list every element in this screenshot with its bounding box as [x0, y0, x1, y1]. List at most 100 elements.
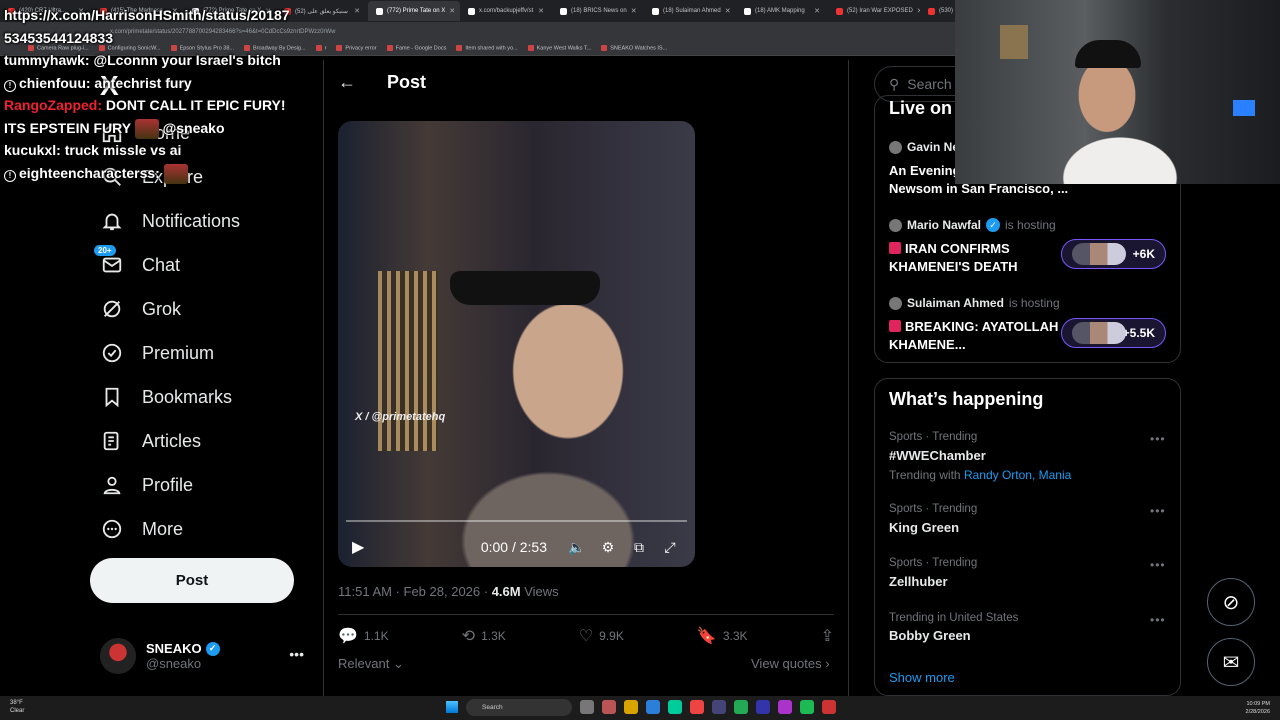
nav-item-premium[interactable]: Premium [100, 338, 214, 368]
trend-related-label: Trending with [889, 468, 961, 482]
app-icon[interactable] [602, 700, 616, 714]
sort-replies-dropdown[interactable]: Relevant ⌄ [338, 656, 404, 672]
app-icon[interactable] [778, 700, 792, 714]
chat-message: tummyhawk: @Lconnn your Israel's bitch [4, 49, 294, 72]
bookmark-item[interactable]: Kanye West Walks T... [528, 45, 592, 52]
play-icon[interactable]: ▶ [352, 537, 364, 557]
webcam-background [1000, 25, 1028, 59]
account-switcher[interactable]: SNEAKO ✓ @sneako ••• [100, 638, 310, 674]
nav-item-articles[interactable]: Articles [100, 426, 201, 456]
browser-tab[interactable]: (18) BRICS News on ✕ [552, 1, 644, 21]
join-space-pill[interactable]: +6K [1061, 239, 1166, 269]
trend-category: Sports · Trending [889, 503, 978, 515]
close-tab-icon[interactable]: ✕ [631, 7, 637, 15]
webcam-subject [1075, 40, 1141, 68]
bookmark-item[interactable]: SNEAKO Watches IS... [601, 45, 667, 52]
close-tab-icon[interactable]: ✕ [814, 7, 820, 15]
host-name[interactable]: Gavin Ne [907, 140, 959, 154]
trend-more-icon[interactable]: ••• [1150, 432, 1166, 446]
column-divider [848, 60, 849, 696]
volume-icon[interactable]: 🔈 [566, 539, 588, 556]
nav-item-chat[interactable]: 20+ Chat [94, 245, 181, 280]
more-options-icon[interactable]: ••• [289, 646, 304, 662]
taskbar-clock[interactable]: 10:09 PM 2/28/2026 [1246, 700, 1270, 716]
post-button[interactable]: Post [90, 558, 294, 603]
bookmark-item[interactable]: r [316, 45, 327, 52]
grok-fab-button[interactable]: ⊘ [1207, 578, 1255, 626]
trend-more-icon[interactable]: ••• [1150, 613, 1166, 627]
close-tab-icon[interactable]: ✕ [449, 7, 455, 15]
bookmark-item[interactable]: Item shared with yo... [456, 45, 517, 52]
nav-item-profile[interactable]: Profile [100, 470, 193, 500]
video-player[interactable]: X / @primetatehq ▶ 0:00 / 2:53 🔈 ⚙ ⧉ ⤢ [338, 121, 695, 567]
close-tab-icon[interactable]: ✕ [354, 7, 360, 15]
space-title[interactable]: BREAKING: AYATOLLAH KHAMENE... [889, 318, 1069, 354]
close-tab-icon[interactable]: ✕ [725, 7, 731, 15]
close-tab-icon[interactable]: ✕ [538, 7, 544, 15]
post-timestamp[interactable]: 11:51 AM · Feb 28, 2026 [338, 584, 480, 599]
app-icon[interactable] [712, 700, 726, 714]
tab-label: (52) Iran War EXPOSED [847, 8, 913, 14]
trend-more-icon[interactable]: ••• [1150, 504, 1166, 518]
articles-icon [100, 429, 124, 453]
spotify-icon[interactable] [800, 700, 814, 714]
chrome-icon[interactable] [690, 700, 704, 714]
messages-fab-button[interactable]: ✉ [1207, 638, 1255, 686]
browser-tab[interactable]: (18) AMK Mapping ✕ [736, 1, 828, 21]
file-explorer-icon[interactable] [624, 700, 638, 714]
nav-item-more[interactable]: More [100, 514, 183, 544]
repost-button[interactable]: ⟲ 1.3K [462, 626, 506, 646]
trend-related-link[interactable]: Randy Orton, Mania [964, 468, 1071, 482]
warning-icon: ! [4, 169, 16, 182]
repost-icon: ⟲ [461, 628, 476, 645]
show-more-link[interactable]: Show more [889, 670, 955, 685]
like-button[interactable]: ♡ 9.9K [579, 626, 624, 646]
view-quotes-link[interactable]: View quotes › [751, 656, 830, 671]
reply-count: 1.1K [363, 629, 389, 643]
picture-in-picture-icon[interactable]: ⧉ [628, 539, 650, 556]
video-progress-bar[interactable] [346, 520, 687, 522]
trend-name[interactable]: King Green [889, 520, 959, 535]
bookmark-item[interactable]: Fame - Google Docs [387, 45, 447, 52]
video-watermark: X / @primetatehq [355, 411, 446, 423]
trend-more-icon[interactable]: ••• [1150, 558, 1166, 572]
trend-name[interactable]: Zellhuber [889, 574, 948, 589]
like-count: 9.9K [599, 629, 624, 643]
browser-tab[interactable]: (52) Iran War EXPOSED ✕ [828, 1, 920, 21]
share-button[interactable]: ⇪ [821, 626, 834, 646]
trend-name[interactable]: Bobby Green [889, 628, 971, 643]
trend-name[interactable]: #WWEChamber [889, 448, 986, 463]
host-name[interactable]: Sulaiman Ahmed [907, 296, 1004, 310]
nav-item-bookmarks[interactable]: Bookmarks [100, 382, 232, 412]
space-host: Sulaiman Ahmed is hosting [889, 296, 1060, 310]
browser-tab[interactable]: (18) Sulaiman Ahmed ✕ [644, 1, 736, 21]
join-space-pill[interactable]: +5.5K [1061, 318, 1166, 348]
host-name[interactable]: Mario Nawfal [907, 218, 981, 232]
bookmark-button[interactable]: 🔖 3.3K [697, 626, 748, 646]
views-label: Views [524, 584, 559, 599]
webcam-monitor [1233, 100, 1255, 116]
nav-item-label: Chat [142, 254, 181, 275]
browser-tab[interactable]: x.com/backupjeffv/st ✕ [460, 1, 552, 21]
taskbar-search[interactable]: Search [466, 699, 572, 716]
space-title[interactable]: IRAN CONFIRMS KHAMENEI'S DEATH [889, 240, 1069, 276]
clock-date: 2/28/2026 [1245, 709, 1270, 715]
app-icon[interactable] [668, 700, 682, 714]
app-icon[interactable] [822, 700, 836, 714]
xbox-icon[interactable] [734, 700, 748, 714]
bookmark-item[interactable]: Privacy error [336, 45, 376, 52]
fullscreen-icon[interactable]: ⤢ [659, 539, 681, 556]
weather-widget[interactable]: 38°F Clear [10, 699, 24, 715]
windows-start-icon[interactable] [446, 701, 458, 713]
nav-item-label: Grok [142, 298, 182, 319]
settings-gear-icon[interactable]: ⚙ [597, 539, 619, 556]
back-arrow-icon[interactable]: ← [338, 72, 356, 93]
app-icon[interactable] [756, 700, 770, 714]
nav-item-notifications[interactable]: Notifications [100, 206, 240, 236]
trend-related: Trending with Randy Orton, Mania [889, 468, 1071, 482]
reply-button[interactable]: 💬 1.1K [338, 626, 389, 646]
edge-icon[interactable] [646, 700, 660, 714]
task-view-icon[interactable] [580, 700, 594, 714]
browser-tab-active[interactable]: (772) Prime Tate on X ✕ [368, 1, 460, 21]
nav-item-grok[interactable]: Grok [100, 294, 181, 324]
